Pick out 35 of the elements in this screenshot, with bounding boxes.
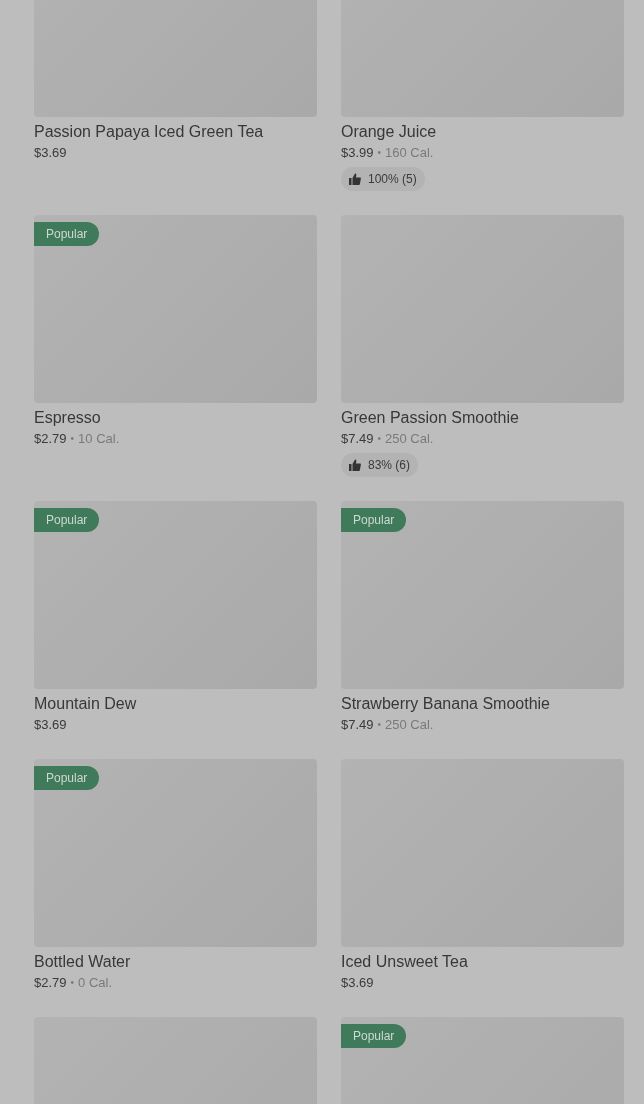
item-price: $3.69	[341, 974, 374, 992]
popular-badge: Popular	[34, 222, 100, 246]
item-title: Orange Juice	[341, 122, 438, 142]
separator-dot: •	[70, 976, 75, 990]
separator-dot: •	[377, 146, 382, 160]
rating-chip: 83% (6)	[341, 453, 419, 477]
item-title: Mountain Dew	[34, 694, 138, 714]
item-calories: 250 Cal.	[385, 716, 434, 734]
item-title: Bottled Water	[34, 952, 132, 972]
item-title: Espresso	[34, 408, 102, 428]
item-price: $2.79	[34, 430, 67, 448]
item-price: $7.49	[341, 430, 374, 448]
popular-badge: Popular	[341, 1024, 407, 1048]
popular-badge: Popular	[341, 508, 407, 532]
thumbs-up-icon	[349, 459, 361, 471]
separator-dot: •	[377, 718, 382, 732]
item-calories: 160 Cal.	[385, 144, 434, 162]
thumbs-up-icon	[349, 173, 361, 185]
item-title: Passion Papaya Iced Green Tea	[34, 122, 265, 142]
item-calories: 250 Cal.	[385, 430, 434, 448]
separator-dot: •	[377, 432, 382, 446]
item-calories: 10 Cal.	[78, 430, 120, 448]
item-price: $3.99	[341, 144, 374, 162]
item-price: $2.79	[34, 974, 67, 992]
item-price: $7.49	[341, 716, 374, 734]
item-title: Iced Unsweet Tea	[341, 952, 469, 972]
item-price: $3.69	[34, 144, 67, 162]
separator-dot: •	[70, 432, 75, 446]
popular-badge: Popular	[34, 766, 100, 790]
item-title: Green Passion Smoothie	[341, 408, 520, 428]
item-title: Strawberry Banana Smoothie	[341, 694, 551, 714]
popular-badge: Popular	[34, 508, 100, 532]
rating-chip: 100% (5)	[341, 167, 425, 191]
item-price: $3.69	[34, 716, 67, 734]
item-calories: 0 Cal.	[78, 974, 113, 992]
